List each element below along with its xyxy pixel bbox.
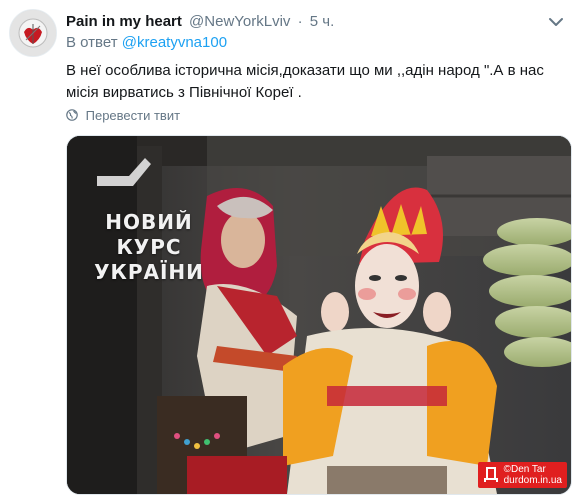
chevron-down-icon[interactable] <box>546 12 566 32</box>
tweet-time[interactable]: 5 ч. <box>310 13 335 30</box>
image-watermark: ©Den Tar durdom.in.ua <box>477 462 567 488</box>
translate-tweet-link[interactable]: Перевести твит <box>66 107 180 125</box>
tweet: Pain in my heart @NewYorkLviv · 5 ч. В о… <box>0 0 576 500</box>
display-name[interactable]: Pain in my heart <box>66 13 182 30</box>
tweet-text: В неї особлива історична місія,доказати … <box>66 62 544 101</box>
user-handle[interactable]: @NewYorkLviv <box>189 13 290 30</box>
watermark-logo-icon <box>483 467 498 482</box>
logo-line: КУРС <box>116 235 182 259</box>
translate-label: Перевести твит <box>85 108 181 123</box>
watermark-author: ©Den Tar <box>503 464 546 475</box>
reply-prefix: В ответ <box>66 34 118 51</box>
tweet-media-image[interactable]: НОВИЙ КУРС УКРАЇНИ ©Den Tar durdom.in.ua <box>66 135 572 495</box>
logo-line: НОВИЙ <box>105 210 193 234</box>
watermark-site: durdom.in.ua <box>503 475 562 486</box>
logo-line: УКРАЇНИ <box>94 260 204 284</box>
globe-icon <box>66 109 78 121</box>
media-illustration <box>67 136 571 494</box>
header-separator: · <box>297 13 303 30</box>
media-logo-text: НОВИЙ КУРС УКРАЇНИ <box>89 210 209 285</box>
user-avatar[interactable] <box>9 9 57 57</box>
tweet-header: Pain in my heart @NewYorkLviv · 5 ч. <box>66 12 334 32</box>
reply-mention-link[interactable]: @kreatyvna100 <box>122 34 227 51</box>
reply-context: В ответ @kreatyvna100 <box>66 33 227 53</box>
avatar-image <box>10 10 56 56</box>
